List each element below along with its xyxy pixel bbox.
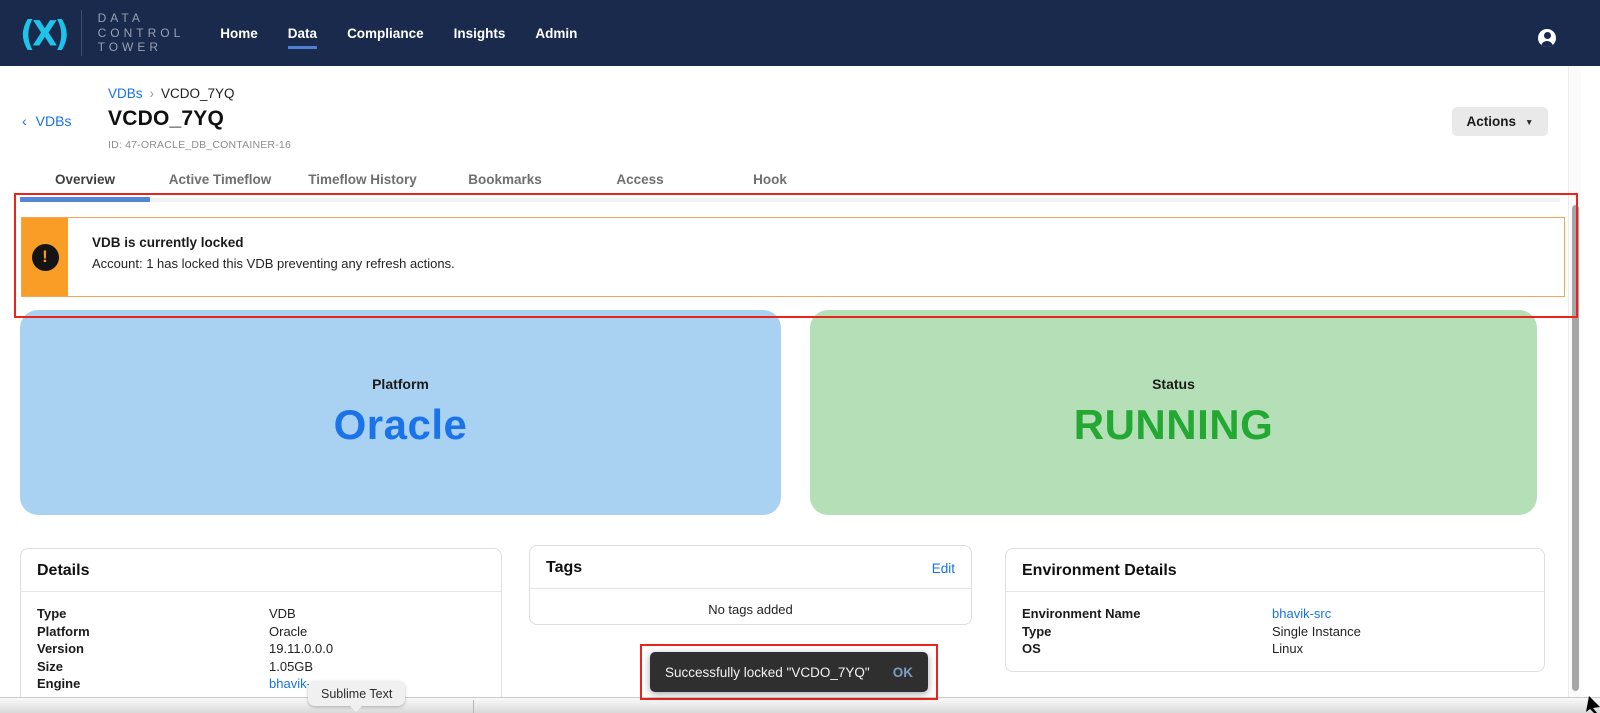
platform-card: Platform Oracle [20,310,781,515]
actions-button-label: Actions [1467,114,1517,129]
alert-badge: ! [22,218,68,296]
logo-divider [81,10,82,56]
brand-line-3: TOWER [98,40,185,55]
dct-logo-icon: (X) [20,13,67,54]
toast-ok-button[interactable]: OK [893,665,928,680]
alert-title: VDB is currently locked [92,235,455,250]
alert-message: Account: 1 has locked this VDB preventin… [92,256,455,271]
row-label: Type [1022,623,1272,641]
engine-link[interactable]: bhavik- [269,675,311,693]
brand-line-2: CONTROL [98,26,185,41]
page-id: ID: 47-ORACLE_DB_CONTAINER-16 [108,139,291,151]
back-to-vdbs-link[interactable]: ‹ VDBs [22,113,71,129]
details-row-version: Version 19.11.0.0.0 [37,640,485,658]
row-label: Size [37,658,269,676]
row-value: 1.05GB [269,658,313,676]
warning-exclamation-icon: ! [32,244,59,271]
tags-card: Tags Edit No tags added [529,545,972,625]
tooltip-text: Sublime Text [321,687,392,701]
row-label: OS [1022,640,1272,658]
row-value: Oracle [269,623,307,641]
environment-details-card: Environment Details Environment Name bha… [1005,548,1545,672]
screen: (X) DATA CONTROL TOWER Home Data Complia… [0,0,1600,713]
brand-wordmark: DATA CONTROL TOWER [98,11,185,55]
row-label: Platform [37,623,269,641]
alert-text: VDB is currently locked Account: 1 has l… [68,218,455,296]
environment-name-link[interactable]: bhavik-src [1272,605,1331,623]
tags-edit-link[interactable]: Edit [932,561,955,576]
top-navbar: (X) DATA CONTROL TOWER Home Data Complia… [0,0,1600,66]
chevron-left-icon: ‹ [22,113,27,129]
active-tab-indicator [20,197,150,202]
platform-card-label: Platform [372,376,429,392]
macos-dock-edge [0,697,1600,713]
mouse-cursor [1586,696,1600,713]
status-card-value: RUNNING [1074,401,1274,449]
scrollbar-track[interactable] [1568,66,1581,697]
breadcrumb-current: VCDO_7YQ [161,86,235,101]
toast-message: Successfully locked "VCDO_7YQ" [650,665,893,680]
toast-notification: Successfully locked "VCDO_7YQ" OK [650,652,928,692]
actions-button[interactable]: Actions ▼ [1452,107,1548,136]
details-row-engine: Engine bhavik- [37,675,485,693]
brand-line-1: DATA [98,11,185,26]
status-card-label: Status [1152,376,1195,392]
nav-home[interactable]: Home [220,26,258,41]
back-link-label: VDBs [36,113,72,129]
environment-card-header: Environment Details [1006,549,1544,592]
page-title: VCDO_7YQ [108,107,291,131]
platform-card-value: Oracle [334,401,468,449]
status-card: Status RUNNING [810,310,1537,515]
nav-compliance[interactable]: Compliance [347,26,424,41]
page-header: VDBs › VCDO_7YQ VCDO_7YQ ID: 47-ORACLE_D… [108,86,291,151]
vdb-locked-alert: ! VDB is currently locked Account: 1 has… [21,217,1565,297]
user-account-icon[interactable] [1538,29,1556,47]
tags-empty-text: No tags added [530,589,971,617]
breadcrumb: VDBs › VCDO_7YQ [108,86,291,101]
brand-logo[interactable]: (X) DATA CONTROL TOWER [20,10,184,56]
nav-data[interactable]: Data [288,26,317,41]
row-value: VDB [269,605,296,623]
row-label: Engine [37,675,269,693]
details-card-title: Details [37,562,89,580]
row-value: Single Instance [1272,623,1361,641]
environment-row-type: Type Single Instance [1022,623,1528,641]
scrollbar-thumb[interactable] [1572,205,1579,691]
main-nav: Home Data Compliance Insights Admin [220,26,577,41]
row-label: Version [37,640,269,658]
details-rows: Type VDB Platform Oracle Version 19.11.0… [21,592,501,693]
details-row-size: Size 1.05GB [37,658,485,676]
details-card-header: Details [21,549,501,592]
sublime-text-tooltip: Sublime Text [308,681,405,706]
environment-rows: Environment Name bhavik-src Type Single … [1006,592,1544,658]
row-label: Type [37,605,269,623]
row-value: 19.11.0.0.0 [269,640,333,658]
nav-admin[interactable]: Admin [535,26,577,41]
tab-bar-baseline [20,198,1560,202]
breadcrumb-separator-icon: › [150,86,155,101]
tags-card-title: Tags [546,559,582,577]
nav-insights[interactable]: Insights [454,26,506,41]
details-row-type: Type VDB [37,605,485,623]
environment-row-os: OS Linux [1022,640,1528,658]
details-row-platform: Platform Oracle [37,623,485,641]
details-card: Details Type VDB Platform Oracle Version… [20,548,502,710]
tags-card-header: Tags Edit [530,546,971,589]
breadcrumb-vdbs-link[interactable]: VDBs [108,86,143,101]
dock-divider [473,700,474,713]
row-value: Linux [1272,640,1303,658]
row-label: Environment Name [1022,605,1272,623]
environment-card-title: Environment Details [1022,562,1177,580]
environment-row-name: Environment Name bhavik-src [1022,605,1528,623]
caret-down-icon: ▼ [1525,117,1533,127]
tab-bar: Overview Active Timeflow Timeflow Histor… [20,170,835,202]
